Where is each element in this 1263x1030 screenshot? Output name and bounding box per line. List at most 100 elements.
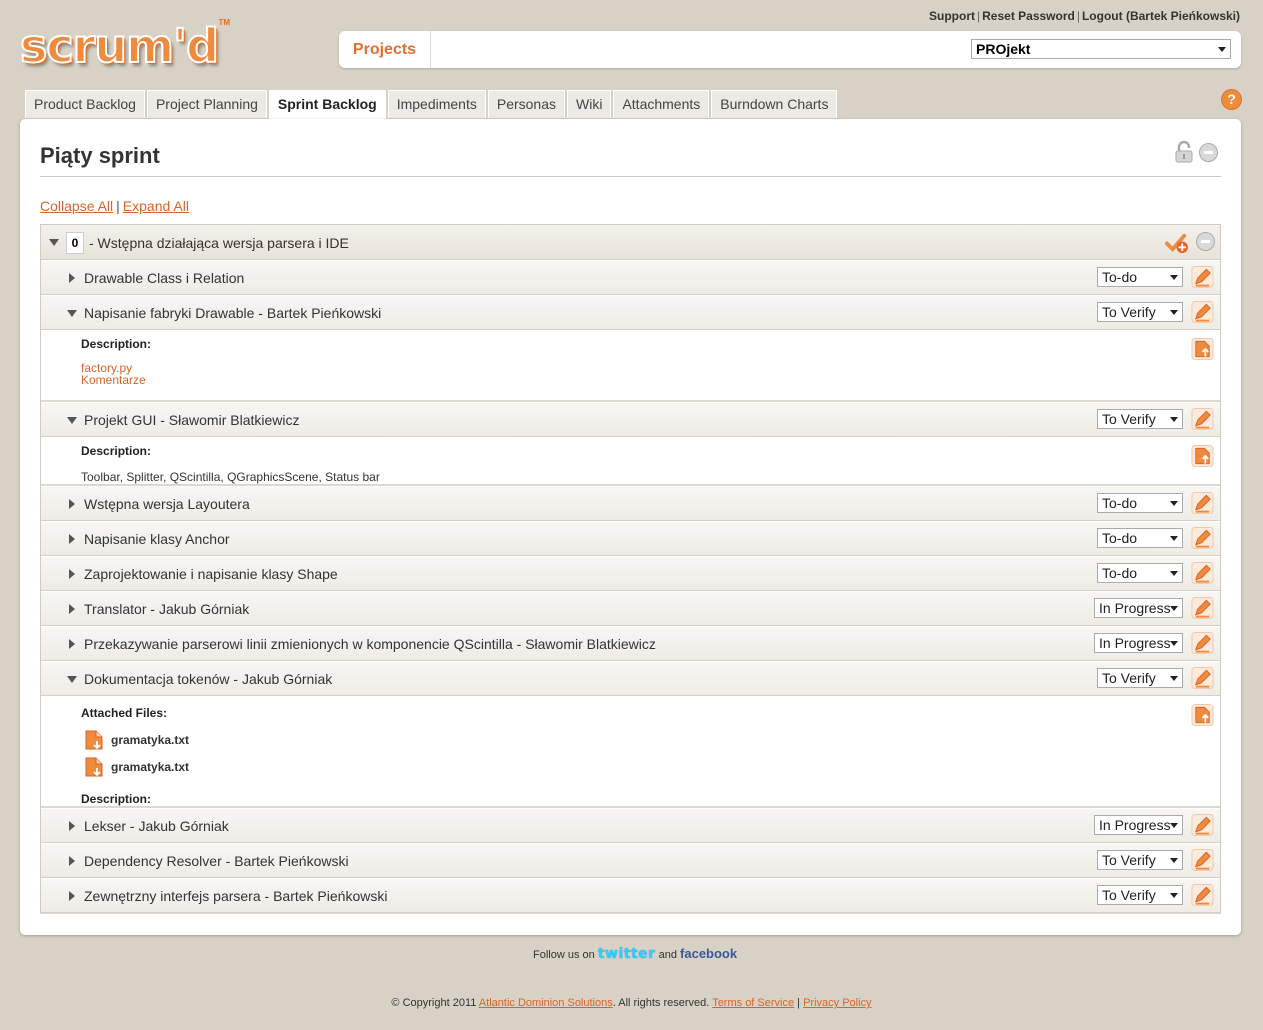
- task-title[interactable]: Zewnętrzny interfejs parsera - Bartek Pi…: [84, 888, 387, 904]
- status-select[interactable]: To Verify: [1097, 850, 1183, 870]
- description-text: Toolbar, Splitter, QScintilla, QGraphics…: [81, 470, 380, 484]
- collapse-sprint-icon[interactable]: [1199, 143, 1218, 162]
- task-title[interactable]: Napisanie klasy Anchor: [84, 531, 230, 547]
- task-title[interactable]: Dokumentacja tokenów - Jakub Górniak: [84, 671, 332, 687]
- upload-attachment-icon[interactable]: [1191, 444, 1214, 468]
- terms-link[interactable]: Terms of Service: [712, 997, 794, 1009]
- status-select[interactable]: To-do: [1097, 267, 1183, 287]
- chevron-down-icon: [1170, 417, 1178, 422]
- collapsed-triangle-icon[interactable]: [69, 534, 75, 544]
- task-title[interactable]: Translator - Jakub Górniak: [84, 601, 249, 617]
- file-name[interactable]: gramatyka.txt: [111, 733, 189, 747]
- privacy-link[interactable]: Privacy Policy: [803, 997, 871, 1009]
- tab-burndown-charts[interactable]: Burndown Charts: [711, 90, 838, 118]
- add-task-icon[interactable]: [1165, 231, 1188, 254]
- expanded-triangle-icon[interactable]: [67, 310, 77, 317]
- project-select-value: PROjekt: [976, 41, 1031, 57]
- tab-impediments[interactable]: Impediments: [387, 90, 486, 118]
- description-label: Description:: [81, 337, 152, 351]
- status-select[interactable]: In Progress: [1094, 633, 1183, 653]
- status-select[interactable]: In Progress: [1094, 815, 1183, 835]
- task-row: Dependency Resolver - Bartek Pieńkowski …: [41, 843, 1220, 878]
- task-title[interactable]: Zaprojektowanie i napisanie klasy Shape: [84, 566, 338, 582]
- task-title[interactable]: Projekt GUI - Sławomir Blatkiewicz: [84, 412, 300, 428]
- status-select[interactable]: To-do: [1097, 493, 1183, 513]
- edit-icon[interactable]: [1191, 666, 1214, 690]
- collapsed-triangle-icon[interactable]: [69, 273, 75, 283]
- tab-personas[interactable]: Personas: [487, 90, 566, 118]
- collapsed-triangle-icon[interactable]: [69, 639, 75, 649]
- projects-link[interactable]: Projects: [339, 31, 431, 68]
- project-select[interactable]: PROjekt: [971, 39, 1231, 59]
- story-points: 0: [66, 232, 84, 254]
- expand-all-link[interactable]: Expand All: [123, 198, 189, 214]
- edit-icon[interactable]: [1191, 561, 1214, 585]
- tab-attachments[interactable]: Attachments: [613, 90, 710, 118]
- expanded-triangle-icon[interactable]: [49, 239, 59, 246]
- help-icon[interactable]: ?: [1222, 90, 1241, 109]
- upload-attachment-icon[interactable]: [1191, 703, 1214, 727]
- remove-story-icon[interactable]: [1196, 232, 1215, 251]
- tab-project-planning[interactable]: Project Planning: [146, 90, 267, 118]
- collapsed-triangle-icon[interactable]: [69, 499, 75, 509]
- logout-link[interactable]: Logout (Bartek Pieńkowski): [1082, 9, 1240, 23]
- reset-password-link[interactable]: Reset Password: [982, 9, 1075, 23]
- separator: |: [1076, 9, 1080, 23]
- status-select[interactable]: To-do: [1097, 528, 1183, 548]
- company-link[interactable]: Atlantic Dominion Solutions: [479, 997, 613, 1009]
- expanded-triangle-icon[interactable]: [67, 676, 77, 683]
- edit-icon[interactable]: [1191, 848, 1214, 872]
- support-link[interactable]: Support: [929, 9, 975, 23]
- task-title[interactable]: Przekazywanie parserowi linii zmienionyc…: [84, 636, 656, 652]
- edit-icon[interactable]: [1191, 300, 1214, 324]
- status-select[interactable]: To Verify: [1097, 885, 1183, 905]
- task-title[interactable]: Lekser - Jakub Górniak: [84, 818, 229, 834]
- status-select[interactable]: To-do: [1097, 563, 1183, 583]
- lock-icon[interactable]: [1174, 141, 1194, 163]
- story-header[interactable]: 0 - Wstępna działająca wersja parsera i …: [41, 225, 1220, 260]
- expanded-triangle-icon[interactable]: [67, 417, 77, 424]
- tab-wiki[interactable]: Wiki: [567, 90, 612, 118]
- main-tabs: Product Backlog Project Planning Sprint …: [25, 90, 839, 120]
- collapsed-triangle-icon[interactable]: [69, 856, 75, 866]
- twitter-link[interactable]: twitter: [598, 946, 656, 962]
- tab-sprint-backlog[interactable]: Sprint Backlog: [268, 90, 386, 120]
- edit-icon[interactable]: [1191, 596, 1214, 620]
- edit-icon[interactable]: [1191, 265, 1214, 289]
- collapsed-triangle-icon[interactable]: [69, 821, 75, 831]
- task-title[interactable]: Wstępna wersja Layoutera: [84, 496, 250, 512]
- chevron-down-icon: [1170, 823, 1178, 828]
- edit-icon[interactable]: [1191, 407, 1214, 431]
- tab-product-backlog[interactable]: Product Backlog: [25, 90, 145, 118]
- collapsed-triangle-icon[interactable]: [69, 604, 75, 614]
- facebook-link[interactable]: facebook: [680, 946, 737, 961]
- status-select[interactable]: To Verify: [1097, 302, 1183, 322]
- task-title[interactable]: Dependency Resolver - Bartek Pieńkowski: [84, 853, 349, 869]
- edit-icon[interactable]: [1191, 526, 1214, 550]
- logo-trademark: TM: [218, 18, 231, 27]
- chevron-down-icon: [1218, 47, 1226, 52]
- task-title[interactable]: Napisanie fabryki Drawable - Bartek Pień…: [84, 305, 381, 321]
- collapse-all-link[interactable]: Collapse All: [40, 198, 113, 214]
- task-row: Lekser - Jakub Górniak In Progress: [41, 808, 1220, 843]
- task-detail: Description: Toolbar, Splitter, QScintil…: [41, 437, 1220, 486]
- edit-icon[interactable]: [1191, 491, 1214, 515]
- status-select[interactable]: In Progress: [1094, 598, 1183, 618]
- task-row: Translator - Jakub Górniak In Progress: [41, 591, 1220, 626]
- status-select[interactable]: To Verify: [1097, 409, 1183, 429]
- file-name[interactable]: gramatyka.txt: [111, 760, 189, 774]
- status-select[interactable]: To Verify: [1097, 668, 1183, 688]
- task-row: Przekazywanie parserowi linii zmienionyc…: [41, 626, 1220, 661]
- chevron-down-icon: [1170, 641, 1178, 646]
- project-bar: Projects PROjekt: [339, 31, 1241, 68]
- collapsed-triangle-icon[interactable]: [69, 569, 75, 579]
- edit-icon[interactable]: [1191, 883, 1214, 907]
- edit-icon[interactable]: [1191, 813, 1214, 837]
- collapsed-triangle-icon[interactable]: [69, 891, 75, 901]
- task-title[interactable]: Drawable Class i Relation: [84, 270, 244, 286]
- sprint-panel: Piąty sprint Collapse All | Expand All 0 -…: [20, 119, 1241, 935]
- comments-link[interactable]: Komentarze: [81, 373, 146, 387]
- upload-attachment-icon[interactable]: [1191, 337, 1214, 361]
- edit-icon[interactable]: [1191, 631, 1214, 655]
- scrumd-logo[interactable]: scrum'd TM: [19, 18, 230, 74]
